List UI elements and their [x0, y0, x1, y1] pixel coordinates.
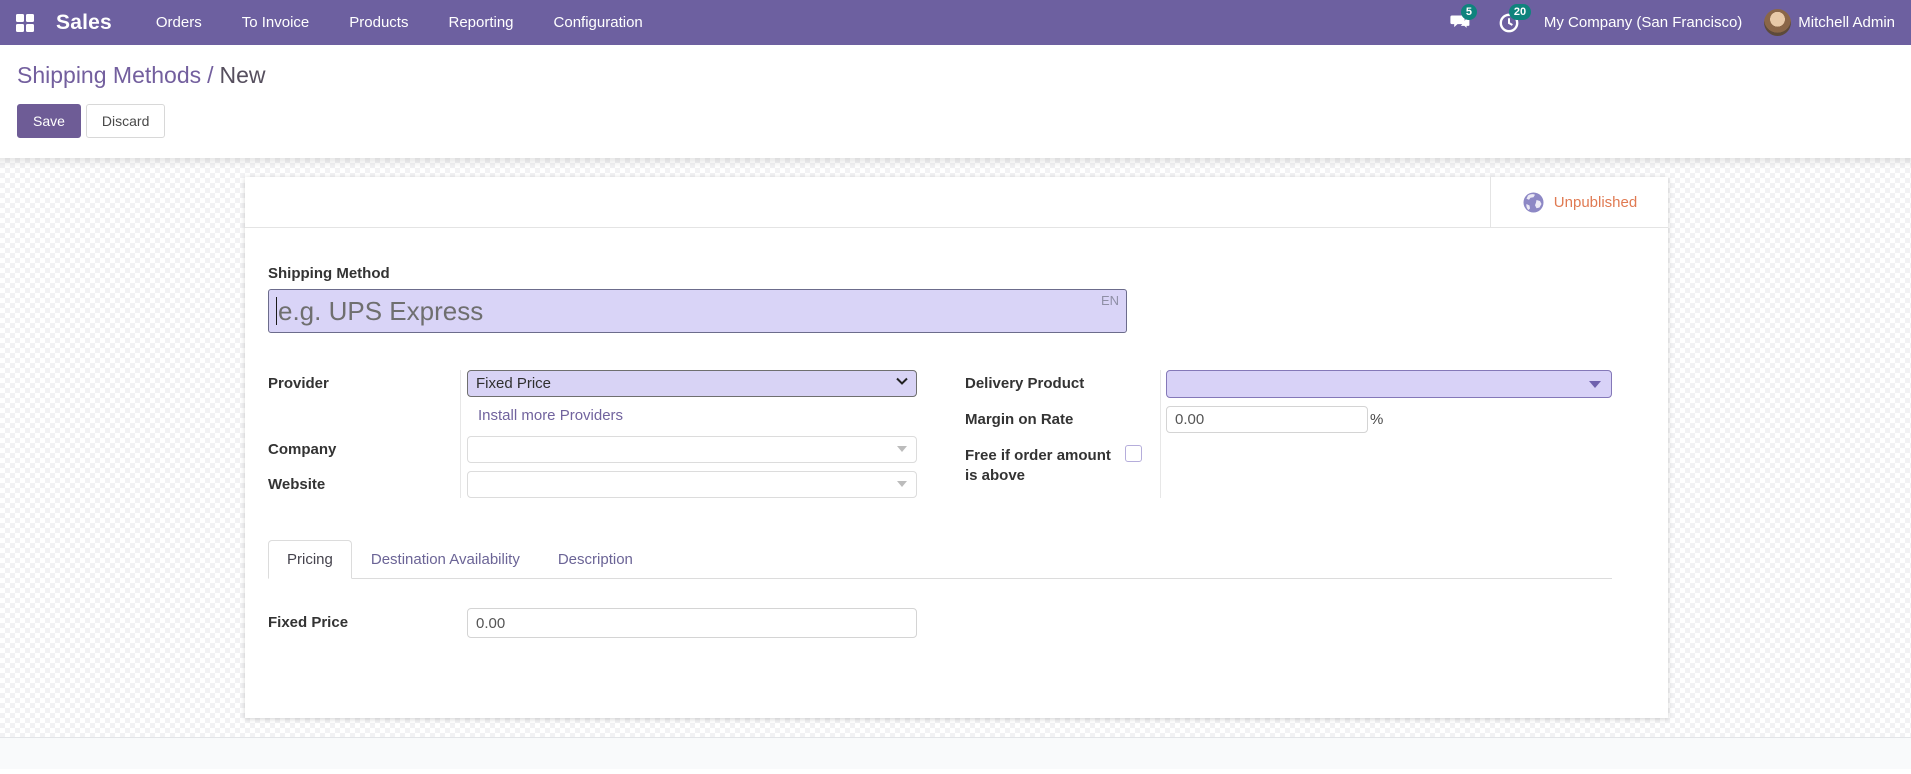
- provider-label: Provider: [268, 370, 467, 392]
- breadcrumb-shipping-methods[interactable]: Shipping Methods: [17, 62, 201, 88]
- publish-toggle[interactable]: Unpublished: [1490, 177, 1668, 227]
- free-if-above-label: Free if order amount is above: [965, 441, 1125, 487]
- grid-icon: [15, 13, 35, 33]
- delivery-product-select[interactable]: [1166, 370, 1612, 398]
- menu-to-invoice[interactable]: To Invoice: [240, 2, 312, 43]
- caret-down-icon: [897, 481, 907, 487]
- shipping-method-label: Shipping Method: [268, 265, 1612, 282]
- app-name[interactable]: Sales: [56, 11, 112, 35]
- tab-destination-availability[interactable]: Destination Availability: [352, 540, 539, 579]
- field-column-left: Provider Fixed Price Install more Provid…: [268, 370, 917, 498]
- pricing-tab-content: Fixed Price: [268, 579, 1612, 638]
- caret-down-icon: [1589, 381, 1601, 388]
- breadcrumb: Shipping Methods/New: [17, 59, 1894, 91]
- messages-button[interactable]: 5: [1448, 10, 1474, 36]
- save-button[interactable]: Save: [17, 104, 81, 138]
- breadcrumb-current: New: [220, 62, 266, 88]
- form-action-buttons: Save Discard: [17, 104, 1894, 138]
- margin-on-rate-label: Margin on Rate: [965, 406, 1166, 428]
- menu-configuration[interactable]: Configuration: [552, 2, 645, 43]
- company-row: Company: [268, 436, 917, 463]
- company-label: Company: [268, 436, 467, 458]
- tab-description[interactable]: Description: [539, 540, 652, 579]
- shipping-method-input-wrap: EN: [268, 289, 1127, 333]
- company-select[interactable]: [467, 436, 917, 463]
- activities-button[interactable]: 20: [1496, 10, 1522, 36]
- fixed-price-input[interactable]: [467, 608, 917, 638]
- margin-row: Margin on Rate %: [965, 406, 1612, 433]
- tab-pricing[interactable]: Pricing: [268, 540, 352, 579]
- delivery-product-row: Delivery Product: [965, 370, 1612, 398]
- control-panel: Shipping Methods/New Save Discard: [0, 45, 1911, 158]
- activities-count-badge: 20: [1509, 4, 1531, 20]
- menu-orders[interactable]: Orders: [154, 2, 204, 43]
- systray: 5 20 My Company (San Francisco) Mitchell…: [1448, 9, 1895, 36]
- form-sheet: Unpublished Shipping Method EN Provider: [245, 177, 1668, 718]
- footer-strip: [0, 737, 1911, 769]
- provider-value: Fixed Price: [476, 375, 551, 392]
- breadcrumb-separator: /: [201, 62, 219, 88]
- provider-row: Provider Fixed Price Install more Provid…: [268, 370, 917, 436]
- shipping-method-input[interactable]: [268, 289, 1127, 333]
- delivery-product-label: Delivery Product: [965, 370, 1166, 392]
- language-badge[interactable]: EN: [1101, 293, 1119, 308]
- apps-menu-icon[interactable]: [14, 12, 36, 34]
- text-cursor: [276, 297, 277, 325]
- caret-down-icon: [897, 446, 907, 452]
- content-area: Unpublished Shipping Method EN Provider: [0, 158, 1911, 737]
- install-more-providers-link[interactable]: Install more Providers: [478, 407, 623, 424]
- menu-reporting[interactable]: Reporting: [446, 2, 515, 43]
- messages-count-badge: 5: [1461, 4, 1477, 20]
- form-statusbar: Unpublished: [245, 177, 1668, 228]
- title-group: Shipping Method EN: [268, 265, 1612, 333]
- free-if-above-checkbox[interactable]: [1125, 445, 1142, 462]
- free-if-above-row: Free if order amount is above: [965, 441, 1612, 487]
- fixed-price-label: Fixed Price: [268, 608, 467, 638]
- user-name: Mitchell Admin: [1798, 14, 1895, 31]
- discard-button[interactable]: Discard: [86, 104, 165, 138]
- field-grid: Provider Fixed Price Install more Provid…: [268, 370, 1612, 498]
- provider-select[interactable]: Fixed Price: [467, 370, 917, 397]
- website-row: Website: [268, 471, 917, 498]
- top-navbar: Sales Orders To Invoice Products Reporti…: [0, 0, 1911, 45]
- user-menu[interactable]: Mitchell Admin: [1764, 9, 1895, 36]
- percent-suffix: %: [1370, 411, 1383, 428]
- publish-status-label: Unpublished: [1554, 194, 1637, 211]
- company-switcher[interactable]: My Company (San Francisco): [1544, 14, 1742, 31]
- menu-products[interactable]: Products: [347, 2, 410, 43]
- margin-on-rate-input[interactable]: [1166, 406, 1368, 433]
- field-column-right: Delivery Product Margin on Rate %: [965, 370, 1612, 498]
- website-select[interactable]: [467, 471, 917, 498]
- user-avatar: [1764, 9, 1791, 36]
- sheet-body: Shipping Method EN Provider Fixed Price: [245, 265, 1668, 638]
- website-label: Website: [268, 471, 467, 493]
- notebook-tabs: Pricing Destination Availability Descrip…: [268, 540, 1612, 579]
- chevron-down-icon: [896, 377, 908, 385]
- globe-icon: [1522, 191, 1545, 214]
- main-menu: Orders To Invoice Products Reporting Con…: [154, 2, 645, 43]
